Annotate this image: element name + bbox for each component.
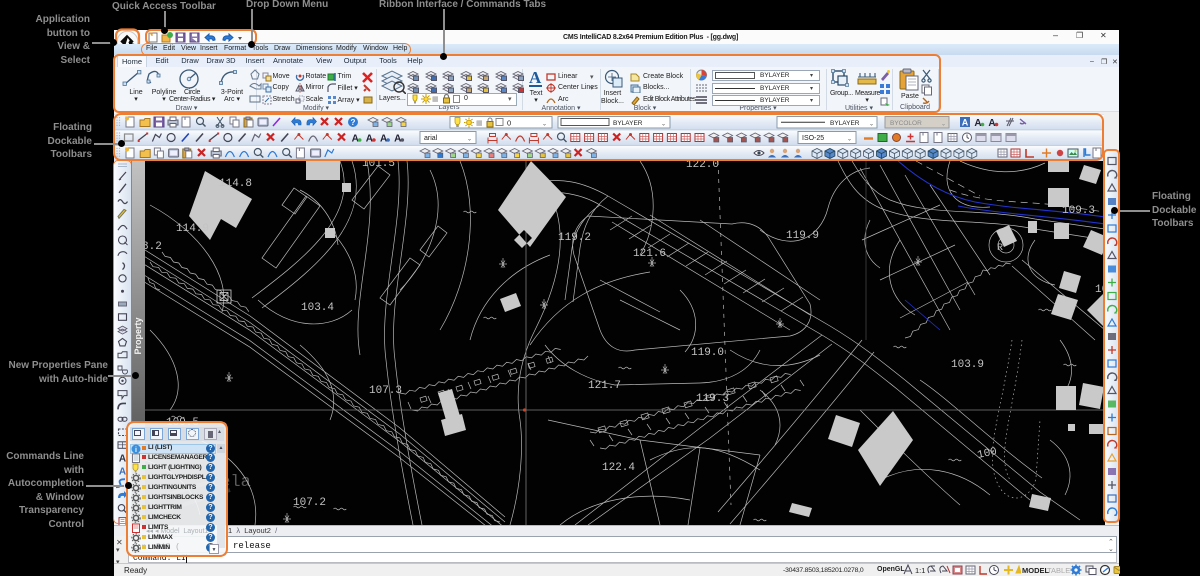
svg-text:122.4: 122.4 xyxy=(602,462,635,474)
svg-text:107.3: 107.3 xyxy=(369,385,402,397)
svg-text:114.8: 114.8 xyxy=(219,178,252,190)
svg-text:114.9: 114.9 xyxy=(176,223,209,235)
svg-text:122.0: 122.0 xyxy=(686,161,719,171)
svg-text:109.3: 109.3 xyxy=(1062,205,1095,217)
svg-text:R: R xyxy=(997,243,1003,254)
svg-text:119.2: 119.2 xyxy=(558,232,591,244)
svg-text:1:1: 1:1 xyxy=(915,566,925,575)
svg-text:119.0: 119.0 xyxy=(691,347,724,359)
svg-text:103.9: 103.9 xyxy=(951,359,984,371)
svg-text:119.3: 119.3 xyxy=(696,393,729,405)
svg-text:121.7: 121.7 xyxy=(588,380,621,392)
svg-text:121.6: 121.6 xyxy=(633,248,666,260)
svg-text:101.5: 101.5 xyxy=(362,161,395,170)
svg-text:8.2: 8.2 xyxy=(145,241,162,253)
svg-text:107.2: 107.2 xyxy=(293,497,326,509)
svg-text:119.9: 119.9 xyxy=(786,230,819,242)
svg-text:103.4: 103.4 xyxy=(301,302,334,314)
